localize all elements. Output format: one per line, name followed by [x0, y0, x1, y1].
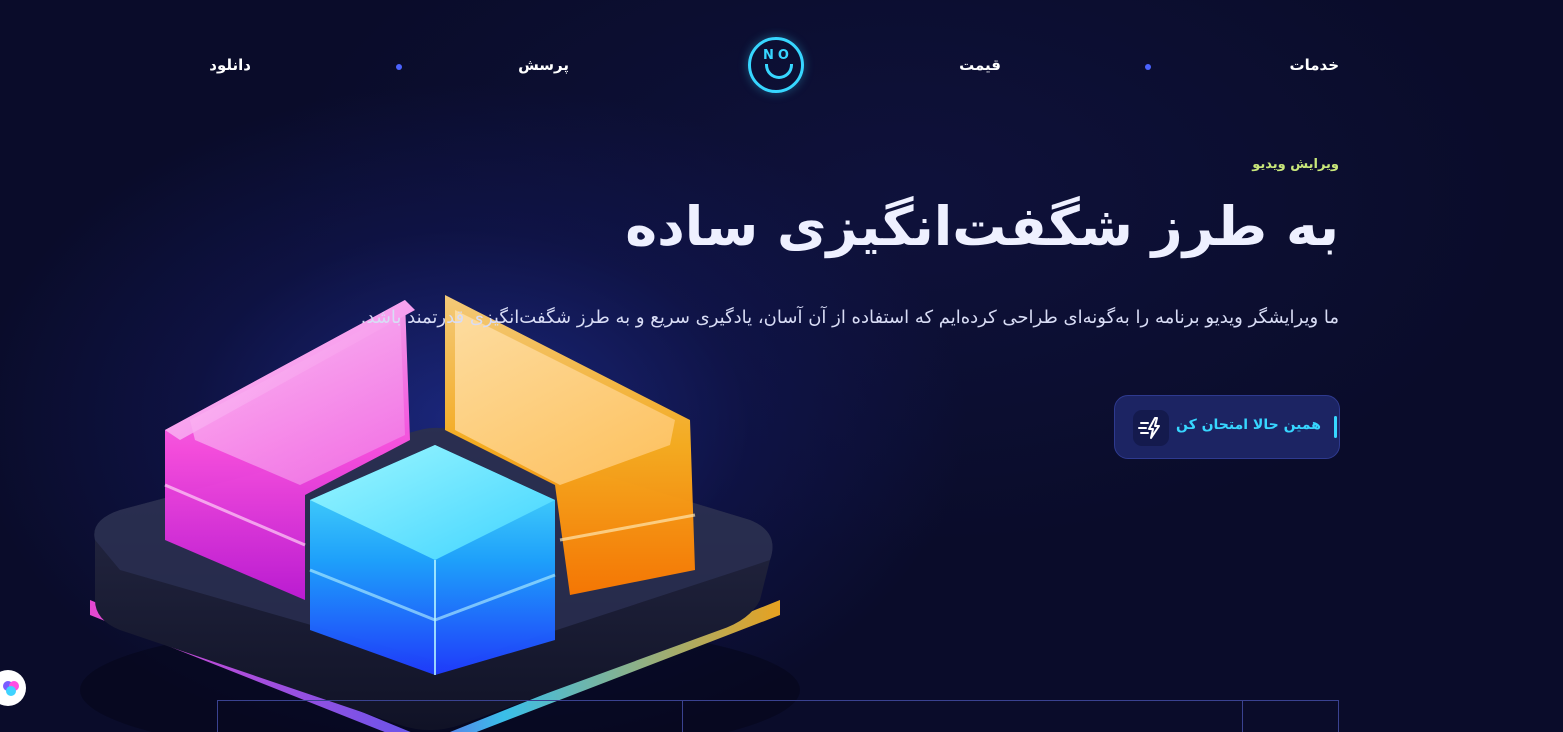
try-now-label: همین حالا امتحان کن — [1175, 417, 1321, 433]
nav-item-pricing[interactable]: قیمت — [959, 56, 1001, 74]
hero-headline: به طرز شگفت‌انگیزی ساده — [625, 195, 1339, 258]
hero-eyebrow: ویرایش ویدیو — [1252, 157, 1339, 172]
nav-item-services[interactable]: خدمات — [1290, 56, 1339, 74]
stats-frame — [217, 700, 1339, 732]
nav-item-faq[interactable]: پرسش — [518, 56, 569, 74]
page: خدمات قیمت NO پرسش دانلود ویرایش ویدیو ب… — [0, 0, 1563, 732]
stats-divider — [1242, 701, 1243, 732]
try-now-button[interactable]: همین حالا امتحان کن — [1114, 395, 1340, 459]
hero-subtitle: ما ویرایشگر ویدیو برنامه را به‌گونه‌ای ط… — [360, 307, 1339, 328]
stats-divider — [682, 701, 683, 732]
brain-icon — [3, 681, 19, 696]
cta-accent-bar — [1334, 416, 1337, 438]
nav-item-download[interactable]: دانلود — [209, 56, 251, 74]
floating-widget-button[interactable] — [0, 670, 26, 706]
lightning-icon — [1133, 410, 1169, 446]
glowing-cubes-illustration — [60, 270, 820, 732]
logo-text: NO — [763, 48, 793, 63]
logo[interactable]: NO — [748, 37, 804, 93]
nav-dot — [396, 64, 402, 70]
nav-dot — [1145, 64, 1151, 70]
smile-icon — [765, 64, 793, 79]
